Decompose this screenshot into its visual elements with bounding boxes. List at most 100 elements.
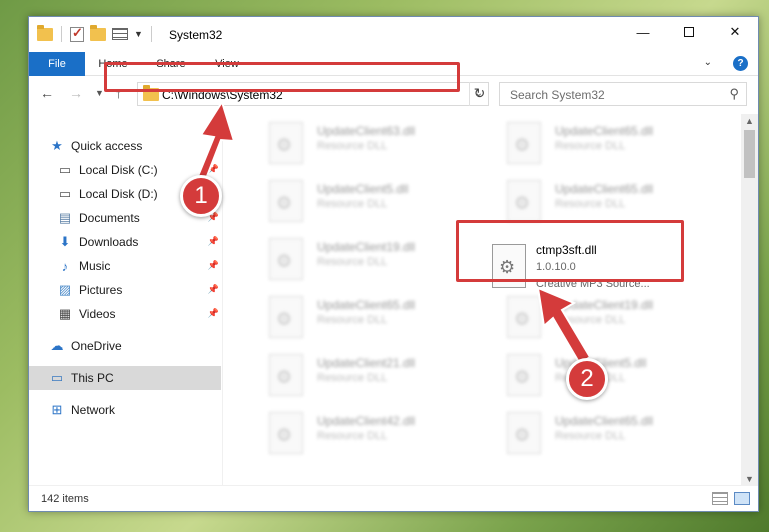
download-icon: ⬇ (59, 234, 71, 249)
new-folder-icon[interactable] (90, 24, 106, 41)
sidebar-item-music[interactable]: ♪ Music 📌 (29, 254, 221, 278)
pin-icon[interactable]: 📌 (208, 284, 219, 295)
file-item[interactable]: UpdateClient65.dll Resource DLL (487, 116, 707, 168)
pin-icon[interactable]: 📌 (208, 164, 219, 175)
cloud-icon: ☁ (50, 338, 64, 353)
title-bar: ▼ System32 — ✕ (29, 17, 758, 52)
help-icon[interactable]: ? (733, 56, 748, 71)
sidebar-item-label: Network (71, 403, 116, 417)
dll-file-icon (507, 354, 541, 396)
document-icon: ▤ (58, 210, 72, 225)
scroll-up-icon[interactable]: ▲ (745, 116, 754, 126)
sidebar-item-label: Pictures (79, 283, 123, 297)
file-item[interactable]: UpdateClient65.dll Resource DLL (249, 290, 469, 342)
properties-check-icon[interactable] (70, 25, 84, 42)
file-name: UpdateClient19.dll (317, 240, 416, 254)
sidebar-item-label: OneDrive (71, 339, 122, 353)
back-arrow-icon[interactable]: ← (40, 85, 54, 101)
close-button[interactable]: ✕ (712, 17, 758, 47)
sidebar-item-this-pc[interactable]: ▭ This PC (29, 366, 221, 390)
folder-icon[interactable] (37, 24, 53, 41)
dll-file-icon (269, 238, 303, 280)
file-description: Resource DLL (317, 140, 388, 152)
minimize-button[interactable]: — (620, 17, 666, 47)
chevron-down-icon[interactable]: ▼ (134, 29, 143, 39)
file-item[interactable]: UpdateClient63.dll Resource DLL (249, 116, 469, 168)
address-bar-highlight (104, 62, 460, 92)
sidebar-item-label: Music (79, 259, 111, 273)
file-item[interactable]: UpdateClient21.dll Resource DLL (249, 348, 469, 400)
refresh-icon[interactable]: ↻ (469, 82, 489, 106)
file-item[interactable]: UpdateClient5.dll Resource DLL (249, 174, 469, 226)
file-item[interactable]: UpdateClient65.dll Resource DLL (487, 406, 707, 458)
star-icon: ★ (51, 138, 63, 153)
file-item[interactable]: UpdateClient65.dll Resource DLL (487, 174, 707, 226)
file-item[interactable]: UpdateClient19.dll Resource DLL (249, 232, 469, 284)
sidebar-item-downloads[interactable]: ⬇ Downloads 📌 (29, 230, 221, 254)
step-marker-1: 1 (180, 175, 222, 217)
pin-icon[interactable]: 📌 (208, 308, 219, 319)
dll-file-icon (269, 296, 303, 338)
file-name: UpdateClient42.dll (317, 414, 416, 428)
dll-file-icon (507, 180, 541, 222)
file-description: Resource DLL (555, 198, 626, 210)
maximize-button[interactable] (666, 17, 712, 47)
dll-file-icon (269, 412, 303, 454)
sidebar-item-label: Quick access (71, 139, 143, 153)
vertical-scrollbar[interactable]: ▲ ▼ (741, 114, 758, 486)
tab-file[interactable]: File (29, 52, 85, 76)
drive-icon: ▭ (58, 186, 72, 201)
pin-icon[interactable]: 📌 (208, 260, 219, 271)
expand-ribbon-icon[interactable]: ⌄ (704, 57, 712, 68)
file-name: UpdateClient5.dll (317, 182, 409, 196)
forward-arrow-icon[interactable]: → (69, 85, 83, 101)
status-bar: 142 items (29, 485, 758, 511)
search-input[interactable]: Search System32 ⚲ (499, 82, 747, 106)
sidebar-item-videos[interactable]: ▦ Videos 📌 (29, 302, 221, 326)
file-name: UpdateClient65.dll (317, 298, 416, 312)
pin-icon[interactable]: 📌 (208, 236, 219, 247)
dll-file-icon (507, 296, 541, 338)
file-description: Resource DLL (317, 198, 388, 210)
file-description: Resource DLL (317, 372, 388, 384)
file-description: Resource DLL (555, 314, 626, 326)
step-marker-2: 2 (566, 358, 608, 400)
item-count: 142 items (41, 493, 89, 505)
dll-file-icon (507, 412, 541, 454)
details-view-icon[interactable] (712, 492, 728, 505)
file-name: UpdateClient65.dll (555, 414, 654, 428)
sidebar-item-label: Documents (79, 211, 140, 225)
sidebar-item-label: Local Disk (C:) (79, 163, 158, 177)
file-description: Resource DLL (317, 256, 388, 268)
scroll-down-icon[interactable]: ▼ (745, 474, 754, 484)
toolbar-divider (150, 26, 152, 42)
file-highlight (456, 220, 684, 282)
scrollbar-thumb[interactable] (744, 130, 755, 178)
toolbar-divider (61, 26, 62, 42)
network-icon: ⊞ (51, 402, 63, 417)
sidebar-item-pictures[interactable]: ▨ Pictures 📌 (29, 278, 221, 302)
music-icon: ♪ (61, 258, 69, 274)
file-description: Resource DLL (317, 314, 388, 326)
quick-access-toolbar: ▼ (37, 24, 154, 42)
drive-icon: ▭ (58, 162, 72, 177)
sidebar-item-label: Videos (79, 307, 116, 321)
sidebar-item-onedrive[interactable]: ☁ OneDrive (29, 334, 221, 358)
sidebar-item-label: Local Disk (D:) (79, 187, 158, 201)
file-item[interactable]: UpdateClient42.dll Resource DLL (249, 406, 469, 458)
maximize-icon (684, 27, 694, 37)
sidebar-item-quick-access[interactable]: ★ Quick access (29, 134, 221, 158)
file-list: UpdateClient65.dllResource DLLUpdateClie… (229, 114, 743, 486)
window-title: System32 (169, 28, 223, 42)
large-icons-view-icon[interactable] (734, 492, 750, 505)
sidebar-item-network[interactable]: ⊞ Network (29, 398, 221, 422)
file-name: UpdateClient63.dll (317, 124, 416, 138)
recent-locations-icon[interactable]: ▼ (95, 88, 104, 98)
search-placeholder: Search System32 (510, 88, 605, 102)
file-description: Resource DLL (555, 430, 626, 442)
file-description: Resource DLL (555, 140, 626, 152)
properties-icon[interactable] (112, 28, 128, 40)
search-icon[interactable]: ⚲ (729, 86, 739, 102)
navigation-pane: ★ Quick access ▭ Local Disk (C:) 📌 ▭ Local Dis… (29, 114, 223, 486)
file-description: Resource DLL (317, 430, 388, 442)
